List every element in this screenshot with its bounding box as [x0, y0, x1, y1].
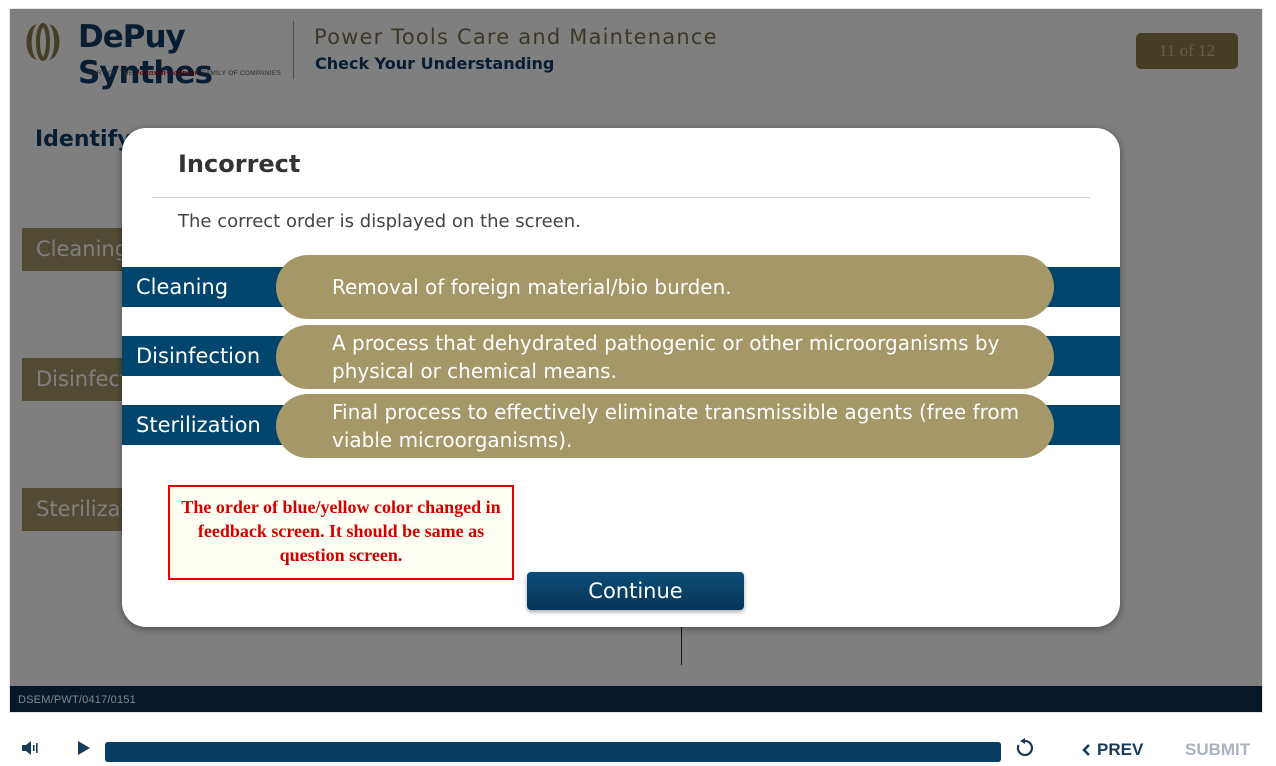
definition-text: A process that dehydrated pathogenic or …: [332, 331, 1000, 383]
answer-term: Cleaning: [136, 275, 229, 299]
replay-icon-glyph: [1016, 738, 1034, 757]
dialog-title: Incorrect: [178, 150, 301, 178]
answer-definition-sterilization: Final process to effectively eliminate t…: [276, 394, 1054, 458]
submit-button[interactable]: SUBMIT: [1185, 740, 1250, 760]
dialog-divider: [152, 197, 1090, 198]
answer-definition-disinfection: A process that dehydrated pathogenic or …: [276, 325, 1054, 389]
definition-text: Removal of foreign material/bio burden.: [332, 275, 732, 299]
document-code: DSEM/PWT/0417/0151: [18, 694, 136, 706]
continue-button[interactable]: Continue: [527, 572, 744, 610]
volume-icon[interactable]: [16, 730, 44, 766]
progress-fill: [105, 742, 1001, 762]
prev-label: PREV: [1097, 740, 1144, 759]
play-icon[interactable]: [72, 730, 96, 766]
dialog-message: The correct order is displayed on the sc…: [178, 211, 581, 232]
progress-bar[interactable]: [105, 742, 1001, 762]
chevron-left-icon: [1082, 744, 1090, 756]
definition-text: Final process to effectively eliminate t…: [332, 400, 1020, 452]
replay-icon[interactable]: [1012, 730, 1038, 766]
answer-definition-cleaning: Removal of foreign material/bio burden.: [276, 255, 1054, 319]
prev-button[interactable]: PREV: [1082, 740, 1143, 760]
answer-term: Sterilization: [136, 413, 261, 437]
volume-icon-glyph: [22, 741, 38, 755]
player-controls: PREV SUBMIT: [0, 730, 1276, 766]
review-note: The order of blue/yellow color changed i…: [168, 485, 514, 580]
feedback-dialog: Incorrect The correct order is displayed…: [122, 128, 1120, 627]
footer-bar: [10, 686, 1262, 712]
answer-term: Disinfection: [136, 344, 261, 368]
play-icon-glyph: [78, 741, 90, 755]
